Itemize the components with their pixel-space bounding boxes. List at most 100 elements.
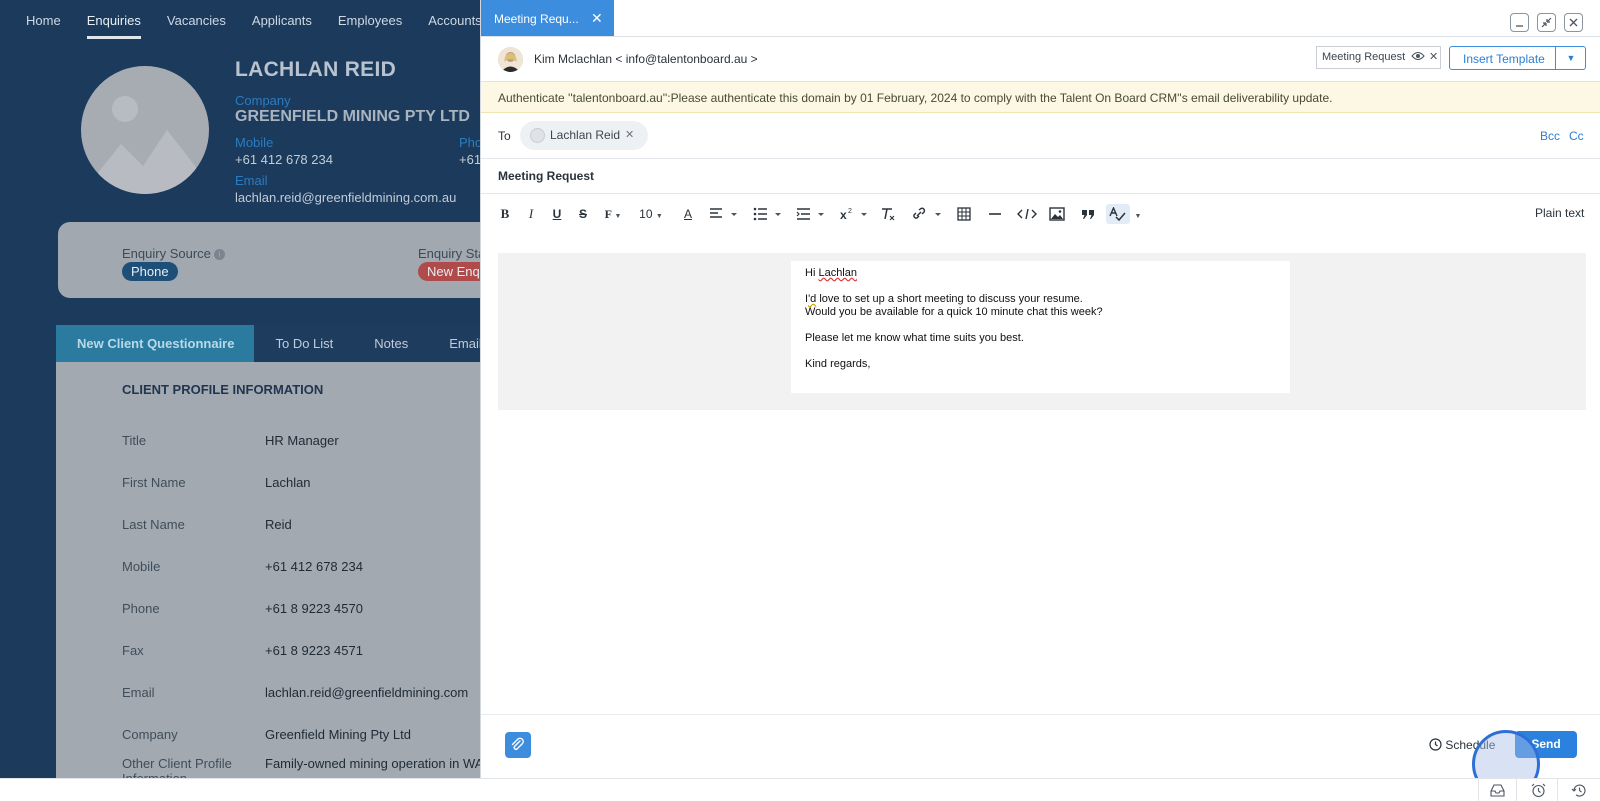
compose-email-window: Meeting Requ... ✕ Kim Mclachlan < info@t… [480, 0, 1600, 798]
phone-label: Pho [459, 135, 483, 150]
chevron-down-icon[interactable]: ▼ [1132, 204, 1144, 224]
image-icon[interactable] [1046, 204, 1068, 224]
collapse-icon [1541, 17, 1552, 28]
spellcheck-icon[interactable] [1106, 204, 1130, 224]
alarm-icon[interactable] [1530, 782, 1547, 799]
divider [1516, 779, 1517, 801]
insert-template-button[interactable]: Insert Template ▼ [1449, 46, 1586, 70]
plain-text-toggle[interactable]: Plain text [1535, 206, 1584, 220]
enquiry-source-label: Enquiry Source i [122, 246, 225, 261]
text-color-icon[interactable]: A [678, 204, 698, 224]
tab-notes[interactable]: Notes [353, 325, 428, 362]
formatting-toolbar: B I U S F ▼ 10 ▼ A x2 ▼ Plain text [481, 197, 1600, 232]
status-bar [0, 778, 1600, 801]
company-label: Company [235, 93, 291, 108]
compose-tab[interactable]: Meeting Requ... ✕ [481, 0, 614, 36]
link-icon[interactable] [909, 204, 945, 224]
profile-row-label: Other Client Profile Information [122, 756, 232, 778]
divider [481, 714, 1600, 715]
email-value: lachlan.reid@greenfieldmining.com.au [235, 190, 457, 205]
compose-tab-title: Meeting Requ... [494, 12, 579, 26]
close-window-button[interactable] [1564, 13, 1583, 32]
table-icon[interactable] [954, 204, 974, 224]
tab-to-do-list[interactable]: To Do List [254, 325, 353, 362]
list-icon[interactable] [751, 204, 785, 224]
top-navigation: Home Enquiries Vacancies Applicants Empl… [0, 0, 495, 40]
email-label: Email [235, 173, 268, 188]
profile-row-value: +61 412 678 234 [265, 559, 363, 574]
bold-icon[interactable]: B [495, 204, 515, 224]
clear-formatting-icon[interactable] [878, 204, 898, 224]
inbox-icon[interactable] [1489, 782, 1506, 799]
client-profile-panel: CLIENT PROFILE INFORMATION Title HR Mana… [56, 362, 500, 778]
template-tag: Meeting Request ✕ [1316, 46, 1441, 69]
company-value: GREENFIELD MINING PTY LTD [235, 108, 470, 125]
nav-employees[interactable]: Employees [325, 0, 415, 40]
profile-row-label: Title [122, 433, 147, 448]
profile-section-title: CLIENT PROFILE INFORMATION [122, 382, 324, 397]
close-icon[interactable]: ✕ [591, 10, 603, 27]
align-icon[interactable] [707, 204, 741, 224]
template-tag-label: Meeting Request [1322, 51, 1406, 63]
tab-new-client-questionnaire[interactable]: New Client Questionnaire [56, 325, 255, 362]
history-icon[interactable] [1571, 782, 1588, 799]
enquiry-status-label: Enquiry Sta [418, 246, 486, 261]
profile-row-value: +61 8 9223 4571 [265, 643, 363, 658]
profile-row-value: Reid [265, 517, 292, 532]
profile-row-label: First Name [122, 475, 186, 490]
nav-enquiries[interactable]: Enquiries [74, 0, 154, 40]
profile-row-label: Phone [122, 601, 160, 616]
profile-row-label: Email [122, 685, 155, 700]
horizontal-rule-icon[interactable] [985, 204, 1005, 224]
collapse-button[interactable] [1537, 13, 1556, 32]
paperclip-icon [511, 737, 524, 750]
greeting-name: Lachlan [818, 267, 857, 279]
nav-home[interactable]: Home [0, 0, 74, 40]
strikethrough-icon[interactable]: S [573, 204, 593, 224]
chevron-down-icon[interactable]: ▼ [1555, 47, 1586, 69]
insert-template-label: Insert Template [1463, 52, 1545, 66]
enquiry-card: Enquiry Source i Phone Enquiry Sta New En… [58, 222, 498, 298]
code-icon[interactable] [1015, 204, 1039, 224]
divider [1478, 779, 1479, 801]
email-paragraph: Please let me know what time suits you b… [805, 332, 1024, 344]
minimize-icon [1516, 25, 1523, 27]
font-size-value: 10 [639, 207, 653, 221]
recipient-chip[interactable]: Lachlan Reid ✕ [520, 121, 648, 150]
email-body[interactable]: Hi Lachlan I'd love to set up a short me… [791, 261, 1290, 393]
recipient-name: Lachlan Reid [550, 128, 621, 142]
line-text: love to set up a short meeting to discus… [816, 293, 1083, 305]
clock-icon [1429, 738, 1442, 751]
remove-recipient-icon[interactable]: ✕ [625, 128, 634, 141]
cc-link[interactable]: Cc [1569, 129, 1584, 143]
svg-text:x: x [840, 208, 847, 221]
to-label: To [498, 129, 511, 143]
enquiry-source-badge: Phone [122, 262, 178, 281]
nav-applicants[interactable]: Applicants [239, 0, 325, 40]
subject-field[interactable]: Meeting Request [498, 169, 594, 183]
blockquote-icon[interactable] [1078, 204, 1098, 224]
italic-icon[interactable]: I [521, 204, 541, 224]
underline-icon[interactable]: U [547, 204, 567, 224]
image-placeholder-icon [81, 96, 209, 194]
divider [481, 36, 1600, 37]
font-size-select[interactable]: 10 ▼ [634, 204, 668, 224]
divider [481, 193, 1600, 194]
enquiry-source-text: Enquiry Source [122, 246, 211, 261]
contact-name: LACHLAN REID [235, 58, 397, 81]
font-family-icon[interactable]: F ▼ [600, 204, 626, 224]
eye-icon[interactable] [1411, 50, 1425, 65]
email-editor[interactable]: Hi Lachlan I'd love to set up a short me… [498, 253, 1586, 410]
nav-vacancies[interactable]: Vacancies [154, 0, 239, 40]
bcc-link[interactable]: Bcc [1540, 129, 1560, 143]
remove-template-icon[interactable]: ✕ [1429, 50, 1438, 63]
indent-icon[interactable] [794, 204, 828, 224]
from-address[interactable]: Kim Mclachlan < info@talentonboard.au > [534, 52, 758, 66]
minimize-button[interactable] [1510, 13, 1529, 32]
avatar [530, 128, 545, 143]
attach-button[interactable] [505, 732, 531, 758]
superscript-icon[interactable]: x2 [837, 204, 871, 224]
email-paragraph: I'd love to set up a short meeting to di… [805, 293, 1276, 319]
profile-row-label: Company [122, 727, 178, 742]
mobile-label: Mobile [235, 135, 274, 150]
